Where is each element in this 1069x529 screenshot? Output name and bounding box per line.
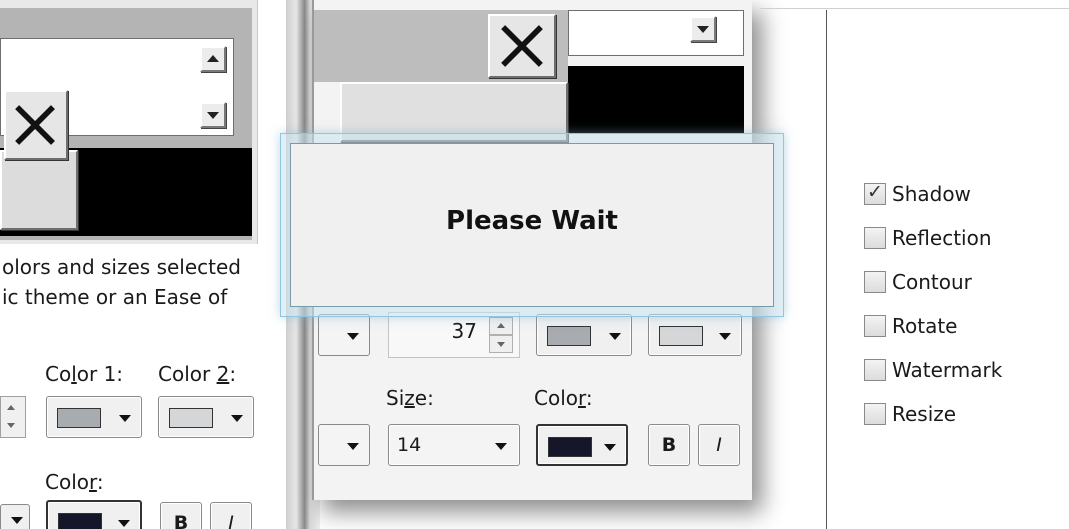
middle-font-color-picker[interactable] xyxy=(536,424,628,466)
chevron-down-icon xyxy=(119,415,131,422)
middle-preview-listbox xyxy=(568,10,744,56)
close-icon xyxy=(501,25,543,67)
chevron-down-icon xyxy=(609,333,621,340)
right-panel-divider xyxy=(826,10,827,529)
chevron-down-icon xyxy=(604,444,616,451)
contour-checkbox[interactable] xyxy=(864,271,886,293)
middle-combo-partial-1[interactable] xyxy=(318,314,370,356)
middle-color1-picker[interactable] xyxy=(536,314,632,356)
color-swatch xyxy=(547,326,591,346)
please-wait-dialog-body: Please Wait xyxy=(290,143,774,307)
watermark-checkbox[interactable] xyxy=(864,359,886,381)
effect-contour-option[interactable]: Contour xyxy=(864,268,972,296)
color-swatch xyxy=(659,326,703,346)
reflection-label: Reflection xyxy=(892,226,992,250)
color-swatch xyxy=(58,513,102,529)
size-value: 14 xyxy=(397,434,422,456)
left-scroll-down-button[interactable] xyxy=(200,102,226,128)
left-color1-picker[interactable] xyxy=(46,396,142,438)
middle-close-button[interactable] xyxy=(488,14,556,78)
rotate-checkbox[interactable] xyxy=(864,315,886,337)
left-close-button[interactable] xyxy=(4,90,68,160)
stepper-up-button[interactable] xyxy=(489,317,513,335)
check-icon: ✓ xyxy=(867,181,883,203)
shadow-checkbox[interactable]: ✓ xyxy=(864,181,886,205)
effect-resize-option[interactable]: Resize xyxy=(864,400,956,428)
chevron-down-icon xyxy=(118,520,130,527)
left-font-color-label: Color: xyxy=(45,470,104,494)
resize-checkbox[interactable] xyxy=(864,403,886,425)
chevron-down-icon xyxy=(495,443,507,450)
middle-color-label: Color: xyxy=(534,386,593,410)
left-color2-label: Color 2: xyxy=(158,362,237,386)
watermark-label: Watermark xyxy=(892,358,1003,382)
middle-scroll-down-button[interactable] xyxy=(690,16,716,42)
left-description-line1: olors and sizes selected xyxy=(2,255,241,279)
close-icon xyxy=(15,105,55,145)
middle-size-label: Size: xyxy=(386,386,434,410)
effect-rotate-option[interactable]: Rotate xyxy=(864,312,957,340)
chevron-down-icon xyxy=(231,415,243,422)
middle-bold-button[interactable]: B xyxy=(648,424,690,466)
please-wait-dialog: Please Wait xyxy=(280,133,784,317)
effect-reflection-option[interactable]: Reflection xyxy=(864,224,992,252)
middle-size-combo[interactable]: 14 xyxy=(388,424,520,466)
middle-color2-picker[interactable] xyxy=(648,314,742,356)
left-color1-label: Color 1: xyxy=(45,362,124,386)
number-value: 37 xyxy=(451,319,477,343)
chevron-down-icon xyxy=(719,333,731,340)
middle-number-field[interactable]: 37 xyxy=(388,312,520,358)
left-bold-button[interactable]: B xyxy=(160,502,202,529)
left-color2-picker[interactable] xyxy=(158,396,254,438)
rotate-label: Rotate xyxy=(892,314,958,338)
middle-preview-black-region xyxy=(568,66,744,134)
stepper-down-button[interactable] xyxy=(489,335,513,353)
color-swatch xyxy=(57,408,101,428)
effect-watermark-option[interactable]: Watermark xyxy=(864,356,1002,384)
reflection-checkbox[interactable] xyxy=(864,227,886,249)
resize-label: Resize xyxy=(892,402,957,426)
left-number-stepper[interactable] xyxy=(0,396,26,438)
shadow-label: Shadow xyxy=(892,182,971,206)
left-preview-area xyxy=(0,0,258,244)
contour-label: Contour xyxy=(892,270,972,294)
color-swatch xyxy=(169,408,213,428)
left-description-line2: ic theme or an Ease of xyxy=(2,285,228,309)
please-wait-message: Please Wait xyxy=(446,206,618,236)
left-size-combo-partial[interactable] xyxy=(0,504,30,529)
top-border-line xyxy=(760,8,1069,9)
middle-combo-partial-2[interactable] xyxy=(318,424,370,466)
color-swatch xyxy=(548,437,592,457)
left-font-color-picker[interactable] xyxy=(46,500,142,529)
left-scroll-up-button[interactable] xyxy=(200,46,226,72)
effect-shadow-option[interactable]: ✓ Shadow xyxy=(864,180,971,208)
middle-italic-button[interactable]: I xyxy=(698,424,740,466)
left-italic-button[interactable]: I xyxy=(210,502,252,529)
left-preview-gray-panel xyxy=(0,150,78,230)
